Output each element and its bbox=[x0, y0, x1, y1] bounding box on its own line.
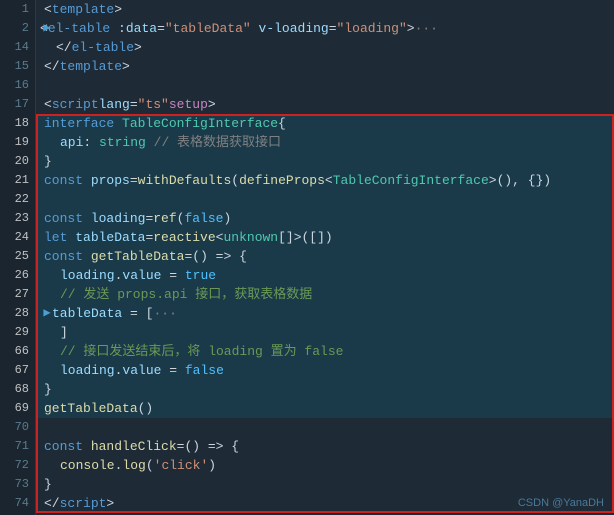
ln-71: 71 bbox=[0, 437, 35, 456]
ln-2: 2 bbox=[0, 19, 35, 38]
ln-73: 73 bbox=[0, 475, 35, 494]
ln-1: 1 bbox=[0, 0, 35, 19]
code-line-15: </template> bbox=[36, 57, 614, 76]
code-line-21: const props = withDefaults(defineProps<T… bbox=[36, 171, 614, 190]
ln-14: 14 bbox=[0, 38, 35, 57]
ln-70: 70 bbox=[0, 418, 35, 437]
ln-26: 26 bbox=[0, 266, 35, 285]
code-line-19: api: string // 表格数据获取接口 bbox=[36, 133, 614, 152]
line-numbers: 1 2 14 15 16 17 18 19 20 21 22 23 24 25 … bbox=[0, 0, 36, 515]
ln-68: 68 bbox=[0, 380, 35, 399]
ln-20: 20 bbox=[0, 152, 35, 171]
code-line-68: } bbox=[36, 380, 614, 399]
ln-24: 24 bbox=[0, 228, 35, 247]
ln-16: 16 bbox=[0, 76, 35, 95]
ln-21: 21 bbox=[0, 171, 35, 190]
code-line-28: ▶ tableData = [··· bbox=[36, 304, 614, 323]
ln-18: 18 bbox=[0, 114, 35, 133]
ln-74: 74 bbox=[0, 494, 35, 513]
code-line-20: } bbox=[36, 152, 614, 171]
code-line-22 bbox=[36, 190, 614, 209]
ln-17: 17 bbox=[0, 95, 35, 114]
ln-15: 15 bbox=[0, 57, 35, 76]
ln-29: 29 bbox=[0, 323, 35, 342]
code-line-67: loading.value = false bbox=[36, 361, 614, 380]
ln-69: 69 bbox=[0, 399, 35, 418]
ln-28: 28 bbox=[0, 304, 35, 323]
code-line-16 bbox=[36, 76, 614, 95]
code-line-73: } bbox=[36, 475, 614, 494]
code-line-14: </el-table> bbox=[36, 38, 614, 57]
ln-27: 27 bbox=[0, 285, 35, 304]
code-line-66: // 接口发送结束后，将 loading 置为 false bbox=[36, 342, 614, 361]
code-line-26: loading.value = true bbox=[36, 266, 614, 285]
code-editor: 1 2 14 15 16 17 18 19 20 21 22 23 24 25 … bbox=[0, 0, 614, 515]
code-content: <template> ▶ <el-table :data="tableData"… bbox=[36, 0, 614, 515]
code-line-27: // 发送 props.api 接口，获取表格数据 bbox=[36, 285, 614, 304]
code-line-17: <script lang="ts" setup> bbox=[36, 95, 614, 114]
ln-22: 22 bbox=[0, 190, 35, 209]
arrow-icon-28: ▶ bbox=[36, 304, 56, 323]
ln-66: 66 bbox=[0, 342, 35, 361]
code-line-29: ] bbox=[36, 323, 614, 342]
code-line-69: getTableData() bbox=[36, 399, 614, 418]
ln-19: 19 bbox=[0, 133, 35, 152]
code-line-1: <template> bbox=[36, 0, 614, 19]
code-line-18: interface TableConfigInterface { bbox=[36, 114, 614, 133]
code-line-70 bbox=[36, 418, 614, 437]
code-line-2: ▶ <el-table :data="tableData" v-loading=… bbox=[36, 19, 614, 38]
code-line-71: const handleClick = () => { bbox=[36, 437, 614, 456]
ln-67: 67 bbox=[0, 361, 35, 380]
code-line-23: const loading = ref(false) bbox=[36, 209, 614, 228]
code-line-24: let tableData = reactive<unknown[]>([]) bbox=[36, 228, 614, 247]
ln-72: 72 bbox=[0, 456, 35, 475]
ln-25: 25 bbox=[0, 247, 35, 266]
watermark: CSDN @YanaDH bbox=[518, 497, 604, 509]
arrow-icon-2: ▶ bbox=[36, 19, 56, 38]
code-line-25: const getTableData = () => { bbox=[36, 247, 614, 266]
ln-23: 23 bbox=[0, 209, 35, 228]
code-line-72: console.log('click') bbox=[36, 456, 614, 475]
